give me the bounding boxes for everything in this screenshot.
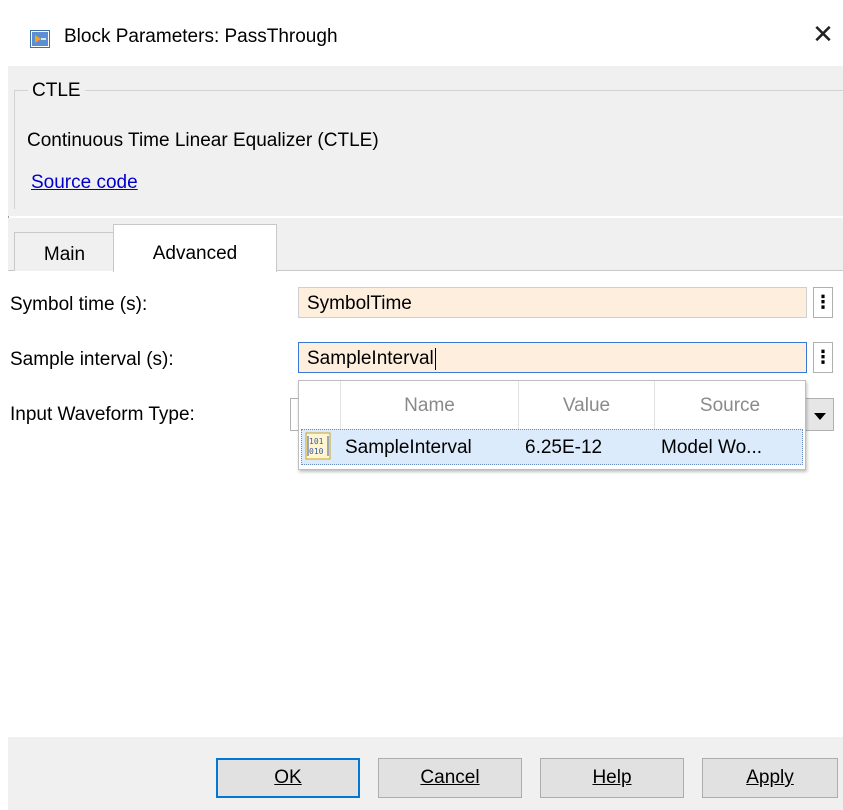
cancel-button[interactable]: Cancel xyxy=(378,758,522,798)
block-description: Continuous Time Linear Equalizer (CTLE) xyxy=(27,130,379,151)
column-header-name[interactable]: Name xyxy=(341,381,519,429)
apply-button[interactable]: Apply xyxy=(702,758,838,798)
svg-text:010: 010 xyxy=(309,447,324,456)
tab-main[interactable]: Main xyxy=(14,232,115,271)
column-header-source[interactable]: Source xyxy=(655,381,805,429)
apply-label: Apply xyxy=(746,767,794,788)
ok-button[interactable]: OK xyxy=(216,758,360,798)
svg-text:101: 101 xyxy=(309,437,324,446)
text-cursor xyxy=(434,347,436,370)
chevron-down-icon xyxy=(814,413,826,420)
column-header-icon xyxy=(299,381,341,429)
column-header-value[interactable]: Value xyxy=(519,381,655,429)
sample-interval-value: SampleInterval xyxy=(307,348,434,369)
sample-interval-input[interactable]: SampleInterval xyxy=(298,342,807,373)
row-name: SampleInterval xyxy=(345,437,472,458)
symbol-time-input[interactable]: SymbolTime xyxy=(298,287,807,318)
ok-label: OK xyxy=(274,767,302,788)
cancel-label: Cancel xyxy=(420,767,480,788)
autocomplete-popup: Name Value Source 101 010 SampleInterval… xyxy=(298,380,806,470)
sample-interval-menu-icon[interactable]: ⋮ xyxy=(813,342,833,373)
variable-icon: 101 010 xyxy=(305,432,331,460)
close-icon[interactable]: ✕ xyxy=(810,22,836,48)
row-source: Model Wo... xyxy=(661,437,763,458)
tab-content xyxy=(8,271,843,737)
help-label: Help xyxy=(592,767,632,788)
window-title: Block Parameters: PassThrough xyxy=(64,26,338,47)
symbol-time-menu-icon[interactable]: ⋮ xyxy=(813,287,833,318)
sample-interval-label: Sample interval (s): xyxy=(10,349,174,370)
tab-advanced[interactable]: Advanced xyxy=(113,224,277,272)
symbol-time-value: SymbolTime xyxy=(307,293,412,314)
row-value: 6.25E-12 xyxy=(525,437,603,458)
help-button[interactable]: Help xyxy=(540,758,684,798)
symbol-time-label: Symbol time (s): xyxy=(10,294,148,315)
group-label: CTLE xyxy=(28,80,85,102)
window-border xyxy=(0,66,8,810)
source-code-link[interactable]: Source code xyxy=(31,172,138,194)
simulink-block-icon xyxy=(30,30,50,48)
input-waveform-label: Input Waveform Type: xyxy=(10,404,195,425)
